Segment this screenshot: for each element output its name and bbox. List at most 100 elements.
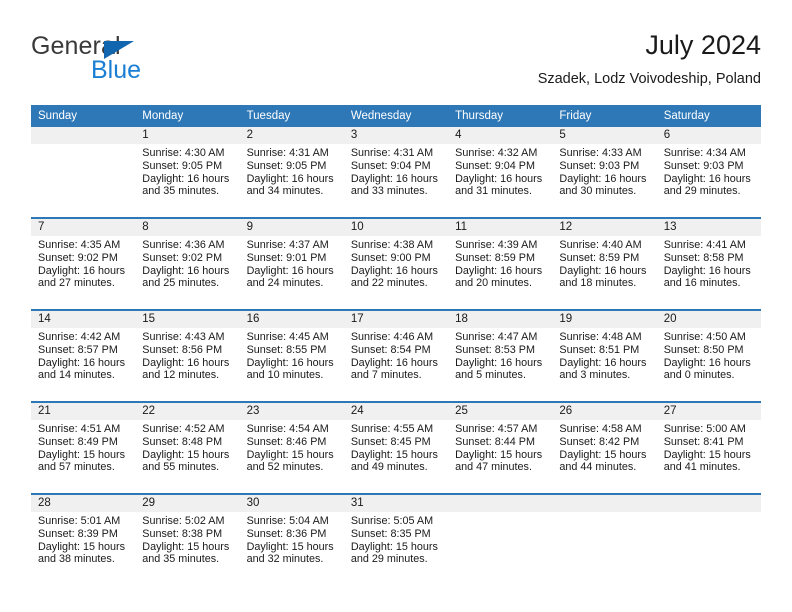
page-header: General Blue July 2024 Szadek, Lodz Voiv…	[31, 28, 761, 98]
day-number: 21	[31, 403, 136, 420]
calendar-week-row: 7 Sunrise: 4:35 AM Sunset: 9:02 PM Daylight…	[31, 217, 761, 310]
day-cell-content: 3 Sunrise: 4:31 AM Sunset: 9:04 PM Daylight…	[343, 127, 449, 217]
calendar-day-cell[interactable]: 28 Sunrise: 5:01 AM Sunset: 8:39 PM Dayligh…	[31, 493, 136, 585]
day-info-line: Daylight: 16 hours	[142, 356, 230, 369]
calendar-day-cell[interactable]: 23 Sunrise: 4:54 AM Sunset: 8:46 PM Dayligh…	[239, 401, 344, 494]
calendar-day-cell[interactable]: 12 Sunrise: 4:40 AM Sunset: 8:59 PM Dayligh…	[552, 217, 657, 310]
day-sun-info: Sunrise: 5:01 AM Sunset: 8:39 PM Daylight:…	[31, 512, 135, 566]
calendar-day-cell[interactable]: 31 Sunrise: 5:05 AM Sunset: 8:35 PM Dayligh…	[343, 493, 449, 585]
calendar-day-cell[interactable]: 13 Sunrise: 4:41 AM Sunset: 8:58 PM Dayligh…	[656, 217, 761, 310]
day-info-line: Sunset: 9:04 PM	[455, 159, 535, 172]
day-sun-info: Sunrise: 4:32 AM Sunset: 9:04 PM Daylight:…	[448, 144, 552, 198]
day-info-line: Daylight: 16 hours	[246, 264, 334, 277]
calendar-table: Sunday Monday Tuesday Wednesday Thursday Frid…	[31, 105, 761, 585]
weekday-header-tuesday: Tuesday	[239, 105, 344, 127]
day-info-line: Sunrise: 5:02 AM	[142, 515, 225, 527]
day-number: 6	[656, 127, 761, 144]
day-number: 19	[552, 311, 657, 328]
day-cell-content: 22 Sunrise: 4:52 AM Sunset: 8:48 PM Dayligh…	[135, 403, 240, 493]
weekday-header-friday: Friday	[552, 105, 657, 127]
day-number: 27	[656, 403, 761, 420]
general-blue-logo: General Blue	[31, 32, 231, 88]
calendar-day-cell[interactable]: 8 Sunrise: 4:36 AM Sunset: 9:02 PM Daylight…	[135, 217, 240, 310]
calendar-day-cell[interactable]: 16 Sunrise: 4:45 AM Sunset: 8:55 PM Dayligh…	[239, 309, 344, 402]
day-info-line: Daylight: 16 hours	[455, 356, 543, 369]
calendar-day-cell[interactable]: 5 Sunrise: 4:33 AM Sunset: 9:03 PM Daylight…	[552, 127, 657, 218]
day-info-line: and 52 minutes.	[246, 461, 324, 474]
day-info-line: Daylight: 15 hours	[246, 448, 334, 461]
day-info-line: Sunset: 8:38 PM	[142, 527, 223, 540]
calendar-day-cell[interactable]: 27 Sunrise: 5:00 AM Sunset: 8:41 PM Dayligh…	[656, 401, 761, 494]
calendar-day-cell[interactable]: 20 Sunrise: 4:50 AM Sunset: 8:50 PM Dayligh…	[656, 309, 761, 402]
day-cell-content: 23 Sunrise: 4:54 AM Sunset: 8:46 PM Dayligh…	[239, 403, 344, 493]
calendar-day-cell[interactable]: 21 Sunrise: 4:51 AM Sunset: 8:49 PM Dayligh…	[31, 401, 136, 494]
day-info-line: Daylight: 16 hours	[38, 356, 126, 369]
day-sun-info: Sunrise: 4:52 AM Sunset: 8:48 PM Daylight:…	[135, 420, 239, 474]
day-cell-content: 25 Sunrise: 4:57 AM Sunset: 8:44 PM Dayligh…	[448, 403, 553, 493]
calendar-day-cell[interactable]: 22 Sunrise: 4:52 AM Sunset: 8:48 PM Dayligh…	[135, 401, 240, 494]
calendar-day-cell[interactable]: 15 Sunrise: 4:43 AM Sunset: 8:56 PM Dayligh…	[135, 309, 240, 402]
day-number: 9	[239, 219, 344, 236]
calendar-day-cell[interactable]: 19 Sunrise: 4:48 AM Sunset: 8:51 PM Dayligh…	[552, 309, 657, 402]
calendar-day-cell[interactable]: 10 Sunrise: 4:38 AM Sunset: 9:00 PM Dayligh…	[343, 217, 449, 310]
day-cell-content: 12 Sunrise: 4:40 AM Sunset: 8:59 PM Dayligh…	[552, 219, 657, 309]
calendar-day-cell[interactable]: 2 Sunrise: 4:31 AM Sunset: 9:05 PM Daylight…	[239, 127, 344, 218]
calendar-day-cell[interactable]: 25 Sunrise: 4:57 AM Sunset: 8:44 PM Dayligh…	[448, 401, 553, 494]
day-info-line: Daylight: 15 hours	[142, 448, 230, 461]
day-sun-info	[552, 512, 656, 515]
day-cell-content	[656, 495, 761, 585]
day-info-line: Sunrise: 4:58 AM	[559, 423, 642, 435]
calendar-day-cell[interactable]: 7 Sunrise: 4:35 AM Sunset: 9:02 PM Daylight…	[31, 217, 136, 310]
day-info-line: Sunrise: 4:43 AM	[142, 331, 225, 343]
calendar-day-cell[interactable]: 29 Sunrise: 5:02 AM Sunset: 8:38 PM Dayligh…	[135, 493, 240, 585]
calendar-day-cell[interactable]: 18 Sunrise: 4:47 AM Sunset: 8:53 PM Dayligh…	[448, 309, 553, 402]
calendar-day-cell[interactable]: 17 Sunrise: 4:46 AM Sunset: 8:54 PM Dayligh…	[343, 309, 449, 402]
calendar-day-cell[interactable]: 24 Sunrise: 4:55 AM Sunset: 8:45 PM Dayligh…	[343, 401, 449, 494]
day-info-line: Sunset: 8:45 PM	[350, 435, 431, 448]
calendar-week-row: 1 Sunrise: 4:30 AM Sunset: 9:05 PM Daylight…	[31, 127, 761, 218]
day-info-line: Sunrise: 4:46 AM	[350, 331, 434, 343]
weekday-header-row: Sunday Monday Tuesday Wednesday Thursday Frid…	[31, 105, 761, 127]
day-info-line: Daylight: 16 hours	[350, 264, 438, 277]
day-sun-info: Sunrise: 5:00 AM Sunset: 8:41 PM Daylight:…	[657, 420, 761, 474]
calendar-day-cell[interactable]: 26 Sunrise: 4:58 AM Sunset: 8:42 PM Dayligh…	[552, 401, 657, 494]
day-info-line: Sunset: 9:05 PM	[142, 159, 223, 172]
day-info-line: Sunset: 8:59 PM	[559, 251, 640, 264]
day-sun-info: Sunrise: 4:30 AM Sunset: 9:05 PM Daylight:…	[135, 144, 239, 198]
calendar-day-cell[interactable]: 6 Sunrise: 4:34 AM Sunset: 9:03 PM Daylight…	[656, 127, 761, 218]
day-sun-info: Sunrise: 5:02 AM Sunset: 8:38 PM Daylight:…	[135, 512, 239, 566]
calendar-page: General Blue July 2024 Szadek, Lodz Voiv…	[0, 0, 792, 612]
day-number: 28	[31, 495, 136, 512]
calendar-day-cell[interactable]: 1 Sunrise: 4:30 AM Sunset: 9:05 PM Daylight…	[135, 127, 240, 218]
day-cell-content: 30 Sunrise: 5:04 AM Sunset: 8:36 PM Dayligh…	[239, 495, 344, 585]
calendar-day-cell[interactable]: 14 Sunrise: 4:42 AM Sunset: 8:57 PM Dayligh…	[31, 309, 136, 402]
day-number: 31	[343, 495, 449, 512]
day-info-line: Sunrise: 4:38 AM	[350, 239, 434, 251]
day-cell-content: 14 Sunrise: 4:42 AM Sunset: 8:57 PM Dayligh…	[31, 311, 136, 401]
calendar-day-cell[interactable]: 4 Sunrise: 4:32 AM Sunset: 9:04 PM Daylight…	[448, 127, 553, 218]
day-info-line: Sunrise: 4:35 AM	[38, 239, 121, 251]
day-sun-info: Sunrise: 4:54 AM Sunset: 8:46 PM Daylight:…	[240, 420, 344, 474]
day-cell-content: 6 Sunrise: 4:34 AM Sunset: 9:03 PM Daylight…	[656, 127, 761, 217]
day-number	[656, 495, 761, 512]
day-cell-content: 16 Sunrise: 4:45 AM Sunset: 8:55 PM Dayligh…	[239, 311, 344, 401]
day-sun-info: Sunrise: 4:39 AM Sunset: 8:59 PM Daylight:…	[448, 236, 552, 290]
day-number: 24	[343, 403, 449, 420]
calendar-day-cell[interactable]: 9 Sunrise: 4:37 AM Sunset: 9:01 PM Daylight…	[239, 217, 344, 310]
day-info-line: Daylight: 16 hours	[663, 172, 751, 185]
day-info-line: Sunset: 8:53 PM	[455, 343, 535, 356]
day-number: 13	[656, 219, 761, 236]
calendar-day-cell[interactable]: 3 Sunrise: 4:31 AM Sunset: 9:04 PM Daylight…	[343, 127, 449, 218]
calendar-day-cell-empty	[656, 493, 761, 585]
day-cell-content: 26 Sunrise: 4:58 AM Sunset: 8:42 PM Dayligh…	[552, 403, 657, 493]
day-info-line: Sunrise: 4:50 AM	[663, 331, 746, 343]
day-info-line: and 27 minutes.	[38, 277, 115, 290]
calendar-day-cell[interactable]: 30 Sunrise: 5:04 AM Sunset: 8:36 PM Dayligh…	[239, 493, 344, 585]
day-number: 18	[448, 311, 553, 328]
calendar-day-cell[interactable]: 11 Sunrise: 4:39 AM Sunset: 8:59 PM Dayligh…	[448, 217, 553, 310]
day-cell-content: 15 Sunrise: 4:43 AM Sunset: 8:56 PM Dayligh…	[135, 311, 240, 401]
day-info-line: Sunrise: 4:42 AM	[38, 331, 121, 343]
day-info-line: Sunrise: 4:55 AM	[350, 423, 434, 435]
day-info-line: and 14 minutes.	[38, 369, 115, 382]
day-info-line: Daylight: 16 hours	[38, 264, 126, 277]
